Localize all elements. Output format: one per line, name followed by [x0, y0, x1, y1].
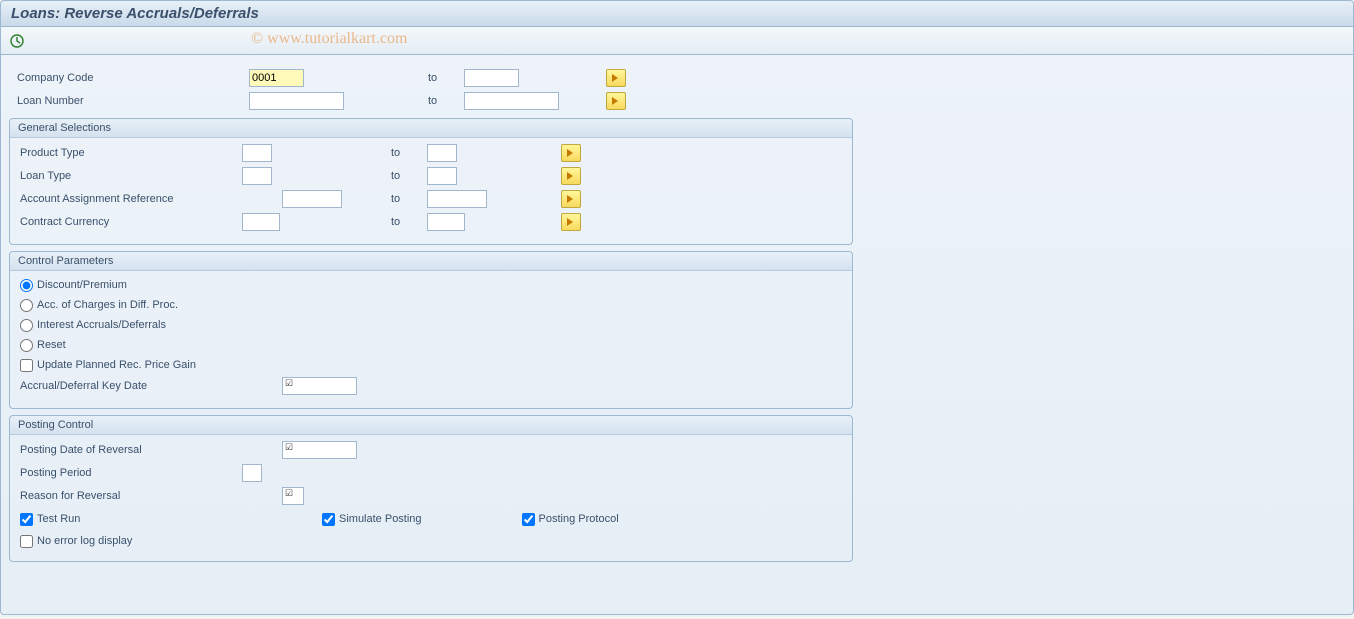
posting-title: Posting Control: [10, 416, 852, 435]
check-no-error-label: No error log display: [37, 535, 132, 547]
radio-reset-input[interactable]: [20, 339, 33, 352]
groupbox-posting: Posting Control Posting Date of Reversal…: [9, 415, 853, 562]
radio-discount[interactable]: Discount/Premium: [10, 275, 852, 295]
multi-select-loan-type[interactable]: [561, 167, 581, 185]
multi-select-currency[interactable]: [561, 213, 581, 231]
loan-number-label: Loan Number: [9, 95, 249, 107]
row-currency: Contract Currency to: [10, 211, 852, 233]
multi-select-aar[interactable]: [561, 190, 581, 208]
watermark-text: © www.tutorialkart.com: [251, 30, 407, 48]
currency-label: Contract Currency: [10, 216, 242, 228]
row-checks: Test Run Simulate Posting Posting Protoc…: [10, 508, 852, 530]
arrow-right-icon: [565, 216, 577, 228]
to-label: to: [424, 72, 464, 84]
check-simulate[interactable]: Simulate Posting: [322, 513, 422, 526]
arrow-right-icon: [565, 147, 577, 159]
check-update-planned-input[interactable]: [20, 359, 33, 372]
posting-period-input[interactable]: [242, 464, 262, 482]
check-test-run-input[interactable]: [20, 513, 33, 526]
content-area: Company Code to Loan Number to General S…: [0, 55, 1354, 615]
loan-type-to[interactable]: [427, 167, 457, 185]
radio-acc[interactable]: Acc. of Charges in Diff. Proc.: [10, 295, 852, 315]
check-test-run[interactable]: Test Run: [20, 513, 242, 526]
multi-select-loan-number[interactable]: [606, 92, 626, 110]
groupbox-control: Control Parameters Discount/Premium Acc.…: [9, 251, 853, 409]
row-loan-type: Loan Type to: [10, 165, 852, 187]
radio-acc-input[interactable]: [20, 299, 33, 312]
product-type-to[interactable]: [427, 144, 457, 162]
execute-clock-icon: [9, 33, 25, 49]
row-loan-number: Loan Number to: [9, 90, 1345, 112]
row-posting-date: Posting Date of Reversal ☑: [10, 439, 852, 461]
aar-from[interactable]: [282, 190, 342, 208]
to-label: to: [387, 216, 427, 228]
execute-button[interactable]: [7, 31, 27, 51]
radio-interest[interactable]: Interest Accruals/Deferrals: [10, 315, 852, 335]
loan-type-label: Loan Type: [10, 170, 242, 182]
row-company-code: Company Code to: [9, 67, 1345, 89]
loan-number-to[interactable]: [464, 92, 559, 110]
to-label: to: [424, 95, 464, 107]
multi-select-product-type[interactable]: [561, 144, 581, 162]
loan-type-from[interactable]: [242, 167, 272, 185]
arrow-right-icon: [565, 170, 577, 182]
posting-date-input[interactable]: [282, 441, 357, 459]
check-protocol[interactable]: Posting Protocol: [522, 513, 619, 526]
company-code-label: Company Code: [9, 72, 249, 84]
radio-reset[interactable]: Reset: [10, 335, 852, 355]
radio-reset-label: Reset: [37, 339, 66, 351]
to-label: to: [387, 193, 427, 205]
reason-label: Reason for Reversal: [10, 490, 242, 502]
company-code-to[interactable]: [464, 69, 519, 87]
general-title: General Selections: [10, 119, 852, 138]
arrow-right-icon: [610, 95, 622, 107]
aar-label: Account Assignment Reference: [10, 193, 242, 205]
page-title: Loans: Reverse Accruals/Deferrals: [0, 0, 1354, 27]
check-no-error[interactable]: No error log display: [10, 531, 852, 551]
currency-to[interactable]: [427, 213, 465, 231]
check-no-error-input[interactable]: [20, 535, 33, 548]
row-aar: Account Assignment Reference to: [10, 188, 852, 210]
check-update-planned-label: Update Planned Rec. Price Gain: [37, 359, 196, 371]
keydate-input[interactable]: [282, 377, 357, 395]
keydate-label: Accrual/Deferral Key Date: [10, 380, 242, 392]
currency-from[interactable]: [242, 213, 280, 231]
multi-select-company-code[interactable]: [606, 69, 626, 87]
posting-period-label: Posting Period: [10, 467, 242, 479]
row-keydate: Accrual/Deferral Key Date ☑: [10, 375, 852, 397]
loan-number-from[interactable]: [249, 92, 344, 110]
toolbar: © www.tutorialkart.com: [0, 27, 1354, 55]
arrow-right-icon: [565, 193, 577, 205]
check-update-planned[interactable]: Update Planned Rec. Price Gain: [10, 355, 852, 375]
row-posting-period: Posting Period: [10, 462, 852, 484]
reason-input[interactable]: [282, 487, 304, 505]
to-label: to: [387, 170, 427, 182]
groupbox-general: General Selections Product Type to Loan …: [9, 118, 853, 245]
company-code-from[interactable]: [249, 69, 304, 87]
posting-date-label: Posting Date of Reversal: [10, 444, 242, 456]
check-protocol-label: Posting Protocol: [539, 513, 619, 525]
check-simulate-input[interactable]: [322, 513, 335, 526]
radio-discount-label: Discount/Premium: [37, 279, 127, 291]
arrow-right-icon: [610, 72, 622, 84]
radio-interest-label: Interest Accruals/Deferrals: [37, 319, 166, 331]
product-type-label: Product Type: [10, 147, 242, 159]
check-simulate-label: Simulate Posting: [339, 513, 422, 525]
row-reason: Reason for Reversal ☑: [10, 485, 852, 507]
check-protocol-input[interactable]: [522, 513, 535, 526]
to-label: to: [387, 147, 427, 159]
aar-to[interactable]: [427, 190, 487, 208]
radio-interest-input[interactable]: [20, 319, 33, 332]
row-product-type: Product Type to: [10, 142, 852, 164]
product-type-from[interactable]: [242, 144, 272, 162]
control-title: Control Parameters: [10, 252, 852, 271]
radio-acc-label: Acc. of Charges in Diff. Proc.: [37, 299, 178, 311]
check-test-run-label: Test Run: [37, 513, 80, 525]
radio-discount-input[interactable]: [20, 279, 33, 292]
